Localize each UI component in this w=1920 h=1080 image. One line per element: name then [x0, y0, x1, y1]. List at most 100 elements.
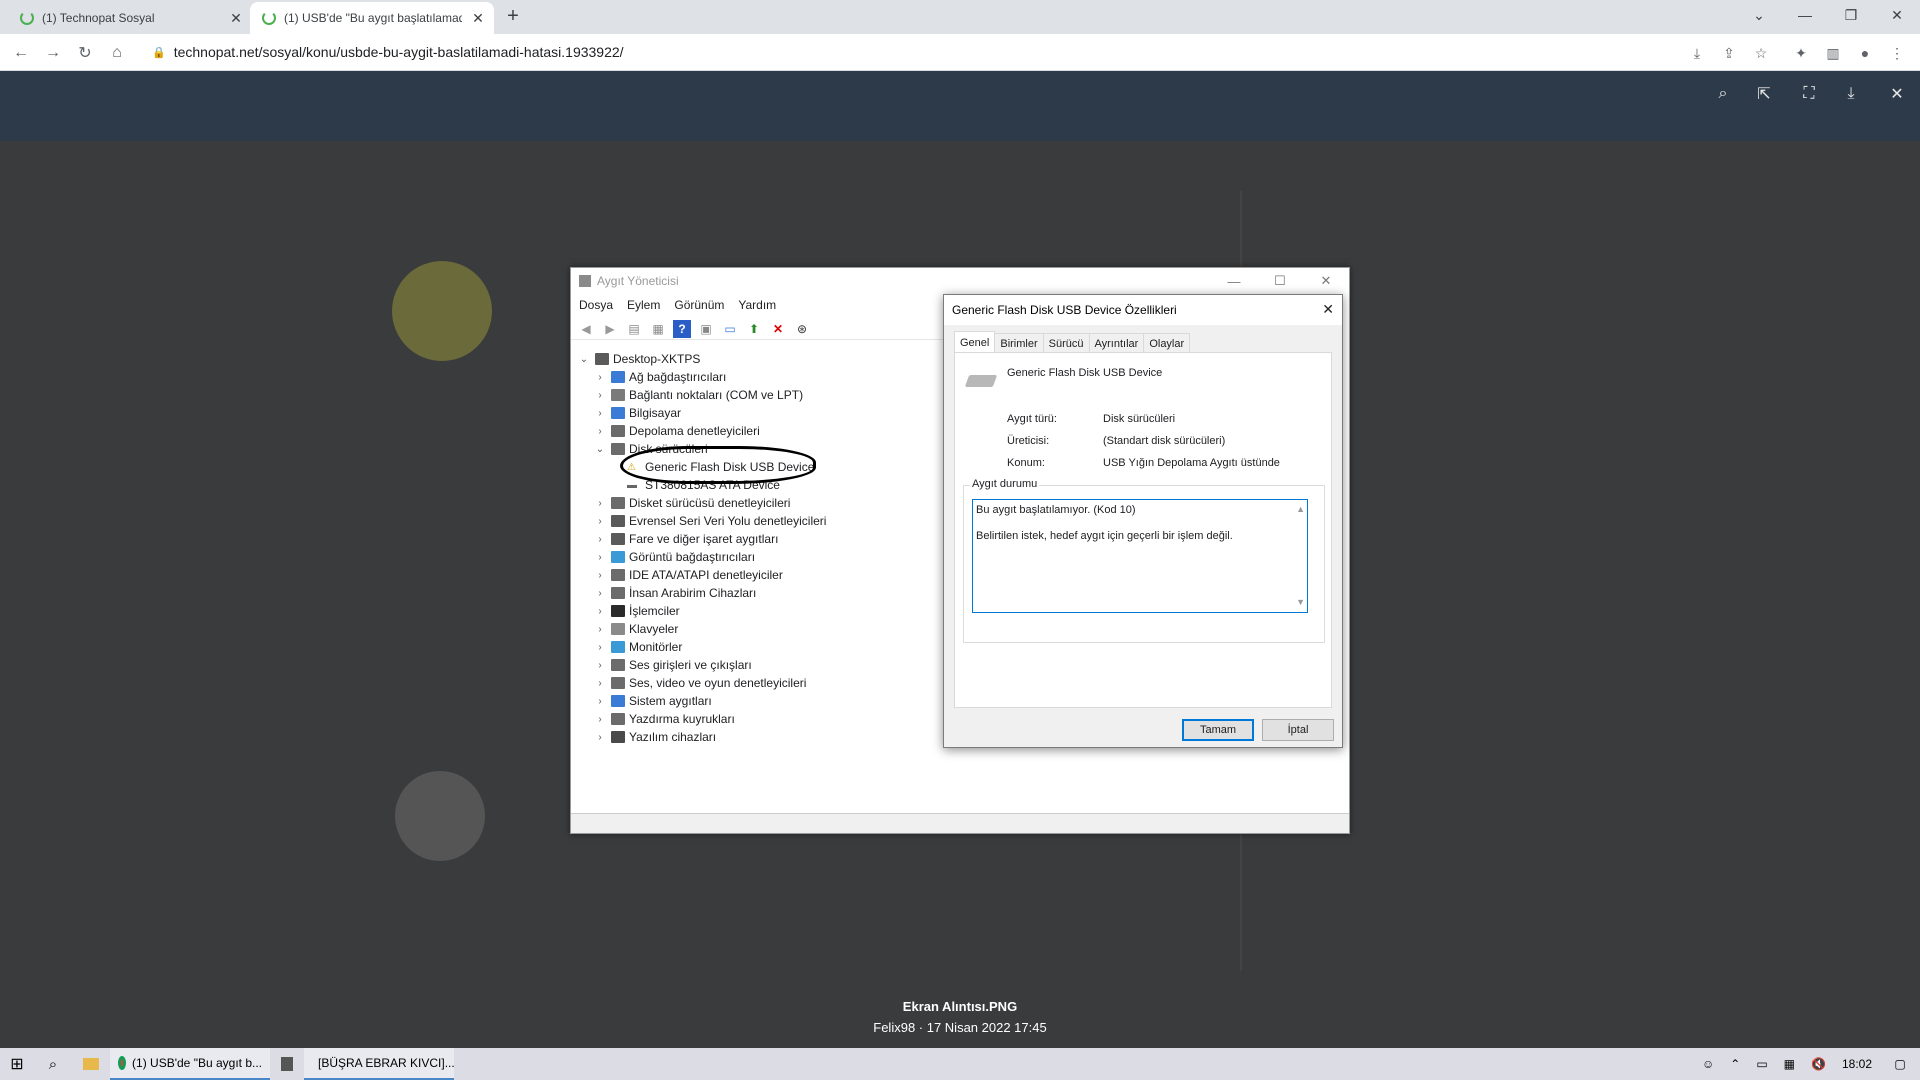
taskbar-document[interactable]: [BÜŞRA EBRAR KIVCI]... [304, 1048, 455, 1080]
tab-olaylar[interactable]: Olaylar [1143, 333, 1191, 353]
console-tree-icon[interactable]: ▤ [625, 320, 643, 338]
tab-usb-topic[interactable]: (1) USB'de "Bu aygıt başlatılamad ✕ [250, 2, 494, 34]
chevron-right-icon[interactable]: › [593, 642, 607, 653]
properties-icon[interactable]: ▦ [649, 320, 667, 338]
reload-button[interactable]: ↻ [74, 42, 96, 64]
scan-hardware-icon[interactable]: ▭ [721, 320, 739, 338]
close-window-button[interactable]: ✕ [1874, 0, 1920, 30]
chevron-right-icon[interactable]: › [593, 624, 607, 635]
clock[interactable]: 18:02 [1834, 1048, 1880, 1080]
menu-yardim[interactable]: Yardım [738, 298, 776, 312]
battery-icon[interactable]: ▭ [1748, 1048, 1775, 1080]
cancel-button[interactable]: İptal [1262, 719, 1334, 741]
tab-genel[interactable]: Genel [954, 331, 996, 353]
new-tab-button[interactable]: + [502, 6, 524, 28]
chevron-right-icon[interactable]: › [593, 390, 607, 401]
close-button[interactable]: ✕ [1303, 268, 1349, 294]
extensions-icon[interactable]: ✦ [1790, 42, 1812, 64]
chevron-right-icon[interactable]: › [593, 426, 607, 437]
minimize-button[interactable]: — [1211, 268, 1257, 294]
close-icon[interactable]: ✕ [470, 10, 486, 27]
uninstall-icon[interactable]: ✕ [769, 320, 787, 338]
tree-node[interactable]: › Görüntü bağdaştırıcıları [577, 548, 937, 566]
chevron-right-icon[interactable]: › [593, 516, 607, 527]
chevron-right-icon[interactable]: › [593, 408, 607, 419]
tree-node[interactable]: › Ses, video ve oyun denetleyicileri [577, 674, 937, 692]
chevron-right-icon[interactable]: › [593, 606, 607, 617]
tray-expand-icon[interactable]: ⌃ [1722, 1048, 1748, 1080]
forward-button[interactable]: → [42, 42, 64, 64]
tree-node[interactable]: › Monitörler [577, 638, 937, 656]
star-icon[interactable]: ☆ [1750, 42, 1772, 64]
search-button[interactable]: ⌕ [34, 1048, 72, 1080]
tab-search-button[interactable]: ⌄ [1736, 0, 1782, 30]
chevron-right-icon[interactable]: › [593, 534, 607, 545]
home-button[interactable]: ⌂ [106, 42, 128, 64]
tree-node[interactable]: › Klavyeler [577, 620, 937, 638]
tree-node[interactable]: › Depolama denetleyicileri [577, 422, 937, 440]
tab-birimler[interactable]: Birimler [994, 333, 1044, 353]
people-icon[interactable]: ☺ [1694, 1048, 1722, 1080]
tree-node[interactable]: › Disket sürücüsü denetleyicileri [577, 494, 937, 512]
volume-muted-icon[interactable]: 🔇 [1803, 1048, 1834, 1080]
zoom-icon[interactable]: ⌕ [1710, 81, 1736, 107]
tree-node[interactable]: › Sistem aygıtları [577, 692, 937, 710]
taskbar-chrome[interactable]: (1) USB'de "Bu aygıt b... [110, 1048, 270, 1080]
tree-node[interactable]: › Ağ bağdaştırıcıları [577, 368, 937, 386]
menu-eylem[interactable]: Eylem [627, 298, 660, 312]
profile-icon[interactable]: ● [1854, 42, 1876, 64]
start-button[interactable]: ⊞ [0, 1048, 34, 1080]
chevron-right-icon[interactable]: › [593, 498, 607, 509]
back-button[interactable]: ← [10, 42, 32, 64]
update-driver-icon[interactable]: ⬆ [745, 320, 763, 338]
chevron-right-icon[interactable]: › [593, 696, 607, 707]
scroll-down-icon[interactable]: ▼ [1296, 595, 1305, 610]
tree-root[interactable]: ⌄ Desktop-XKTPS [577, 350, 937, 368]
chevron-right-icon[interactable]: › [593, 372, 607, 383]
maximize-button[interactable]: ☐ [1257, 268, 1303, 294]
menu-gorunum[interactable]: Görünüm [674, 298, 724, 312]
chevron-right-icon[interactable]: › [593, 678, 607, 689]
chevron-right-icon[interactable]: › [593, 588, 607, 599]
file-explorer-button[interactable] [72, 1048, 110, 1080]
menu-icon[interactable]: ⋮ [1886, 42, 1908, 64]
tab-technopat-sosyal[interactable]: (1) Technopat Sosyal ✕ [8, 2, 252, 34]
close-lightbox-icon[interactable]: ✕ [1884, 81, 1910, 107]
side-panel-icon[interactable]: ▥ [1822, 42, 1844, 64]
open-external-icon[interactable]: ⇱ [1751, 81, 1777, 107]
tree-node[interactable]: › İşlemciler [577, 602, 937, 620]
share-icon[interactable]: ⇪ [1718, 42, 1740, 64]
ok-button[interactable]: Tamam [1182, 719, 1254, 741]
network-icon[interactable]: ▦ [1776, 1048, 1803, 1080]
menu-dosya[interactable]: Dosya [579, 298, 613, 312]
chevron-right-icon[interactable]: › [593, 660, 607, 671]
chevron-down-icon[interactable]: ⌄ [593, 444, 607, 455]
restore-button[interactable]: ❐ [1828, 0, 1874, 30]
status-textbox[interactable]: Bu aygıt başlatılamıyor. (Kod 10) Belirt… [972, 499, 1308, 613]
tree-node[interactable]: › İnsan Arabirim Cihazları [577, 584, 937, 602]
minimize-button[interactable]: — [1782, 0, 1828, 30]
tree-node[interactable]: › Evrensel Seri Veri Yolu denetleyicileri [577, 512, 937, 530]
close-icon[interactable]: ✕ [228, 10, 244, 27]
tree-node[interactable]: › Bağlantı noktaları (COM ve LPT) [577, 386, 937, 404]
download-icon[interactable]: ⤓ [1838, 81, 1864, 107]
back-icon[interactable]: ◀ [577, 320, 595, 338]
address-bar[interactable]: 🔒 technopat.net/sosyal/konu/usbde-bu-ayg… [140, 38, 1680, 66]
tab-ayrintilar[interactable]: Ayrıntılar [1088, 333, 1145, 353]
disable-icon[interactable]: ⊛ [793, 320, 811, 338]
tree-node[interactable]: › Ses girişleri ve çıkışları [577, 656, 937, 674]
chevron-right-icon[interactable]: › [593, 570, 607, 581]
tree-node[interactable]: › Fare ve diğer işaret aygıtları [577, 530, 937, 548]
fullscreen-icon[interactable]: ⛶ [1796, 81, 1822, 107]
help-icon[interactable]: ? [673, 319, 691, 338]
chevron-right-icon[interactable]: › [593, 732, 607, 743]
chevron-down-icon[interactable]: ⌄ [577, 354, 591, 365]
tab-surucu[interactable]: Sürücü [1042, 333, 1090, 353]
tree-node[interactable]: › Yazılım cihazları [577, 728, 937, 746]
forward-icon[interactable]: ▶ [601, 320, 619, 338]
scroll-up-icon[interactable]: ▲ [1296, 502, 1305, 517]
notification-icon[interactable]: ▢ [1880, 1048, 1920, 1080]
chevron-right-icon[interactable]: › [593, 714, 607, 725]
tree-node[interactable]: › IDE ATA/ATAPI denetleyiciler [577, 566, 937, 584]
chevron-right-icon[interactable]: › [593, 552, 607, 563]
